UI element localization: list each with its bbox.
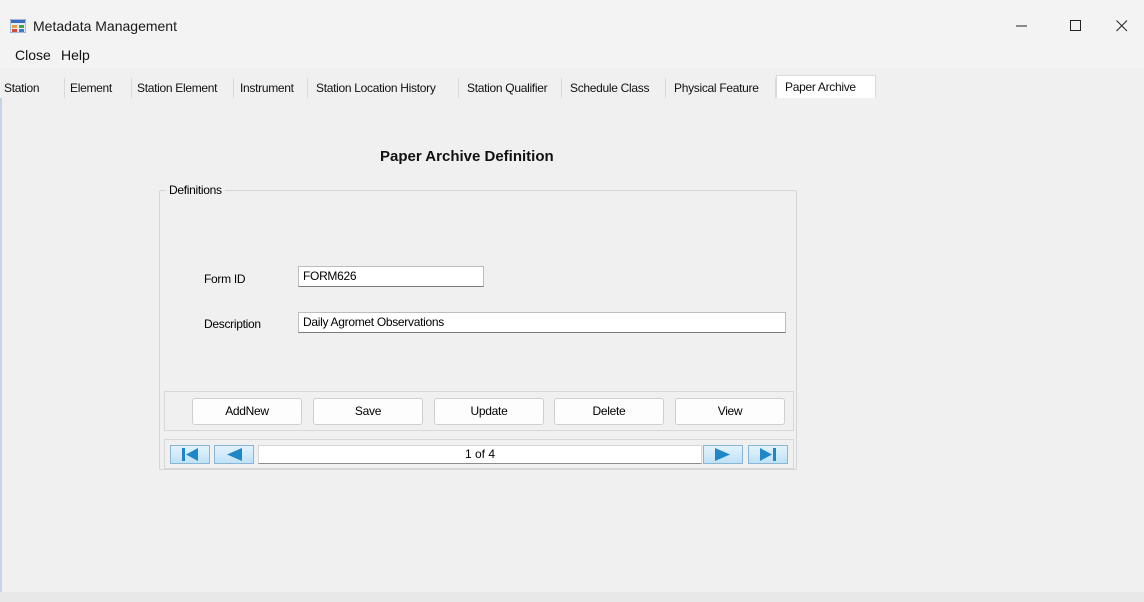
menu-bar: Close Help [0,44,1144,68]
tab-station-location-history[interactable]: Station Location History [308,78,459,98]
record-position: 1 of 4 [258,445,702,464]
next-record-button[interactable] [703,445,743,464]
tab-station[interactable]: Station [0,78,65,98]
window-title: Metadata Management [33,18,177,34]
close-icon [1116,20,1128,32]
first-record-button[interactable] [170,445,210,464]
previous-record-button[interactable] [214,445,254,464]
minimize-button[interactable] [1000,10,1044,42]
window-edge [0,98,2,592]
previous-record-icon [227,448,242,461]
first-record-icon [182,448,198,461]
view-button[interactable]: View [675,398,785,425]
tab-element[interactable]: Element [65,78,132,98]
delete-button[interactable]: Delete [554,398,664,425]
save-button[interactable]: Save [313,398,423,425]
tab-paper-archive[interactable]: Paper Archive [776,75,876,99]
close-window-button[interactable] [1100,10,1144,42]
update-button[interactable]: Update [434,398,544,425]
tab-station-element[interactable]: Station Element [132,78,234,98]
maximize-icon [1070,20,1081,31]
form-id-field[interactable]: FORM626 [298,266,484,287]
form-id-label: Form ID [204,272,246,286]
tab-strip: Station Element Station Element Instrume… [0,75,1144,99]
minimize-icon [1016,25,1027,27]
next-record-icon [715,448,730,461]
addnew-button[interactable]: AddNew [192,398,302,425]
description-label: Description [204,317,261,331]
app-icon [10,19,26,33]
status-strip [0,592,1144,602]
description-field[interactable]: Daily Agromet Observations [298,312,786,333]
form-title: Paper Archive Definition [380,148,554,165]
tab-schedule-class[interactable]: Schedule Class [562,78,666,98]
tab-station-qualifier[interactable]: Station Qualifier [459,78,562,98]
maximize-button[interactable] [1054,10,1098,42]
definitions-group-label: Definitions [166,183,225,197]
tab-instrument[interactable]: Instrument [234,78,308,98]
tab-physical-feature[interactable]: Physical Feature [666,78,776,98]
last-record-icon [760,448,776,461]
last-record-button[interactable] [748,445,788,464]
menu-close[interactable]: Close [15,47,51,63]
menu-help[interactable]: Help [61,47,90,63]
title-bar: Metadata Management [0,0,1144,44]
